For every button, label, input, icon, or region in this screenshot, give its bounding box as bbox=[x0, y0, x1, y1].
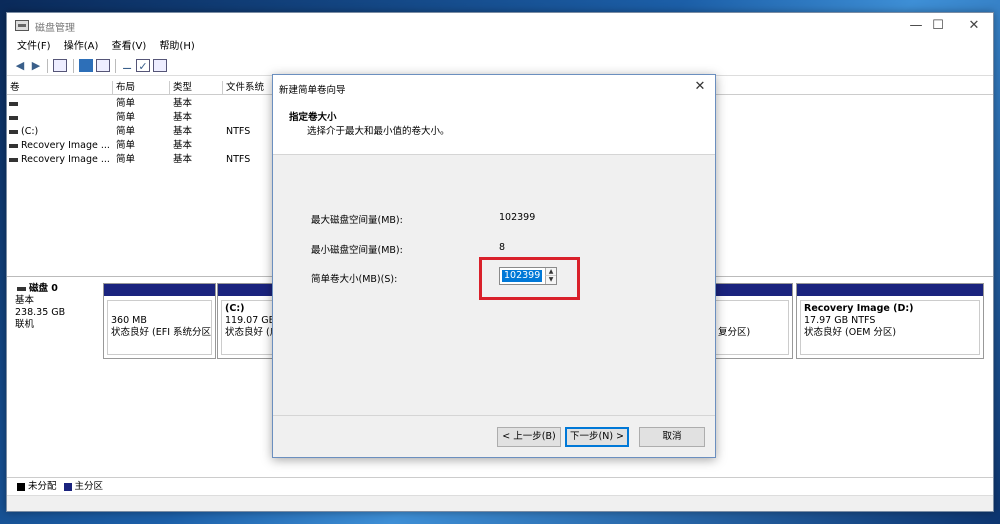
volume-icon bbox=[9, 129, 18, 134]
fs-cell: NTFS bbox=[226, 126, 251, 137]
dialog-close-button[interactable]: ✕ bbox=[691, 78, 709, 96]
volume-cell bbox=[7, 97, 111, 110]
volume-cell: Recovery Image ... bbox=[7, 139, 111, 152]
partition-status: 状态良好 (OEM 分区) bbox=[804, 327, 897, 338]
disk-name: 磁盘 0 bbox=[15, 283, 101, 295]
fs-cell: NTFS bbox=[226, 154, 251, 165]
disk-type: 基本 bbox=[15, 295, 35, 306]
layout-cell: 简单 bbox=[116, 126, 136, 137]
list-view-icon[interactable] bbox=[96, 59, 110, 72]
menu-help[interactable]: 帮助(H) bbox=[159, 39, 194, 55]
col-header-type[interactable]: 类型 bbox=[170, 81, 223, 95]
partition-d[interactable]: Recovery Image (D:) 17.97 GB NTFS 状态良好 (… bbox=[796, 283, 984, 359]
dialog-title-bar: 新建简单卷向导 ✕ bbox=[273, 75, 715, 101]
type-cell: 基本 bbox=[173, 98, 193, 109]
next-button[interactable]: 下一步(N) > bbox=[565, 427, 629, 447]
partition-status: 状态良好 (EFI 系统分区) bbox=[111, 327, 212, 338]
dialog-title: 新建简单卷向导 bbox=[279, 85, 346, 96]
partition-bar bbox=[797, 284, 983, 296]
maximize-button[interactable]: ☐ bbox=[923, 16, 953, 36]
volume-cell: Recovery Image ... bbox=[7, 153, 111, 166]
wizard-step-title: 指定卷大小 bbox=[289, 112, 337, 123]
disk-status: 联机 bbox=[15, 319, 35, 330]
console-tree-icon[interactable] bbox=[53, 59, 67, 72]
max-space-label: 最大磁盘空间量(MB): bbox=[311, 215, 403, 226]
layout-cell: 简单 bbox=[116, 98, 136, 109]
partition-size: 360 MB bbox=[111, 315, 147, 326]
close-button[interactable]: ✕ bbox=[959, 16, 989, 36]
col-header-volume[interactable]: 卷 bbox=[7, 81, 113, 95]
cancel-button[interactable]: 取消 bbox=[639, 427, 705, 447]
partition-bar bbox=[104, 284, 215, 296]
volume-size-label: 简单卷大小(MB)(S): bbox=[311, 274, 398, 285]
legend-primary: 主分区 bbox=[74, 481, 104, 492]
window-title: 磁盘管理 bbox=[35, 23, 75, 34]
legend: 未分配 主分区 bbox=[7, 477, 993, 495]
partition-body: 360 MB 状态良好 (EFI 系统分区) bbox=[107, 300, 212, 355]
title-bar: 磁盘管理 — ☐ ✕ bbox=[7, 13, 993, 39]
disk-icon[interactable]: ⚊ bbox=[120, 59, 134, 72]
type-cell: 基本 bbox=[173, 112, 193, 123]
min-space-label: 最小磁盘空间量(MB): bbox=[311, 245, 403, 256]
table-row[interactable]: Recovery Image ... 简单 基本 NTFS bbox=[7, 153, 277, 166]
table-row[interactable]: 简单 基本 bbox=[7, 111, 277, 124]
properties-icon[interactable] bbox=[79, 59, 93, 72]
disk-0-label[interactable]: 磁盘 0 基本 238.35 GB 联机 bbox=[15, 283, 101, 359]
partition-efi[interactable]: 360 MB 状态良好 (EFI 系统分区) bbox=[103, 283, 216, 359]
forward-arrow-icon[interactable]: ▶ bbox=[29, 59, 43, 72]
type-cell: 基本 bbox=[173, 126, 193, 137]
wizard-header: 指定卷大小 选择介于最大和最小值的卷大小。 bbox=[273, 101, 715, 155]
disk-management-icon bbox=[15, 20, 29, 31]
table-row[interactable]: (C:) 简单 基本 NTFS bbox=[7, 125, 277, 138]
back-button[interactable]: < 上一步(B) bbox=[497, 427, 561, 447]
disk-icon bbox=[17, 286, 26, 291]
volume-icon bbox=[9, 157, 18, 162]
volume-icon bbox=[9, 143, 18, 148]
disk-size: 238.35 GB bbox=[15, 307, 66, 318]
settings-list-icon[interactable] bbox=[153, 59, 167, 72]
volume-icon bbox=[9, 115, 18, 120]
col-header-layout[interactable]: 布局 bbox=[113, 81, 170, 95]
wizard-step-subtitle: 选择介于最大和最小值的卷大小。 bbox=[307, 126, 450, 137]
new-simple-volume-wizard: 新建简单卷向导 ✕ 指定卷大小 选择介于最大和最小值的卷大小。 最大磁盘空间量(… bbox=[272, 74, 716, 458]
back-arrow-icon[interactable]: ◀ bbox=[13, 59, 27, 72]
toolbar: ◀ ▶ ⚊ ✓ bbox=[7, 56, 993, 76]
menu-file[interactable]: 文件(F) bbox=[17, 39, 51, 55]
menu-action[interactable]: 操作(A) bbox=[64, 39, 99, 55]
table-row[interactable]: 简单 基本 bbox=[7, 97, 277, 110]
partition-size: 17.97 GB NTFS bbox=[804, 315, 876, 326]
unallocated-swatch bbox=[17, 482, 25, 491]
type-cell: 基本 bbox=[173, 140, 193, 151]
volume-cell bbox=[7, 111, 111, 124]
red-highlight-annotation bbox=[479, 257, 580, 300]
layout-cell: 简单 bbox=[116, 140, 136, 151]
check-icon[interactable]: ✓ bbox=[136, 59, 150, 73]
table-row[interactable]: Recovery Image ... 简单 基本 bbox=[7, 139, 277, 152]
primary-swatch bbox=[63, 482, 72, 491]
volume-cell: (C:) bbox=[7, 125, 111, 138]
volume-icon bbox=[9, 101, 18, 106]
menu-bar: 文件(F) 操作(A) 查看(V) 帮助(H) bbox=[7, 39, 993, 55]
status-bar bbox=[7, 495, 993, 511]
partition-body: Recovery Image (D:) 17.97 GB NTFS 状态良好 (… bbox=[800, 300, 980, 355]
toolbar-separator bbox=[47, 59, 48, 73]
menu-view[interactable]: 查看(V) bbox=[112, 39, 147, 55]
layout-cell: 简单 bbox=[116, 112, 136, 123]
min-space-value: 8 bbox=[499, 242, 506, 253]
footer-divider bbox=[273, 415, 715, 416]
toolbar-separator bbox=[115, 59, 116, 73]
layout-cell: 简单 bbox=[116, 154, 136, 165]
type-cell: 基本 bbox=[173, 154, 193, 165]
max-space-value: 102399 bbox=[499, 212, 536, 223]
toolbar-separator bbox=[73, 59, 74, 73]
legend-unallocated: 未分配 bbox=[28, 481, 57, 492]
